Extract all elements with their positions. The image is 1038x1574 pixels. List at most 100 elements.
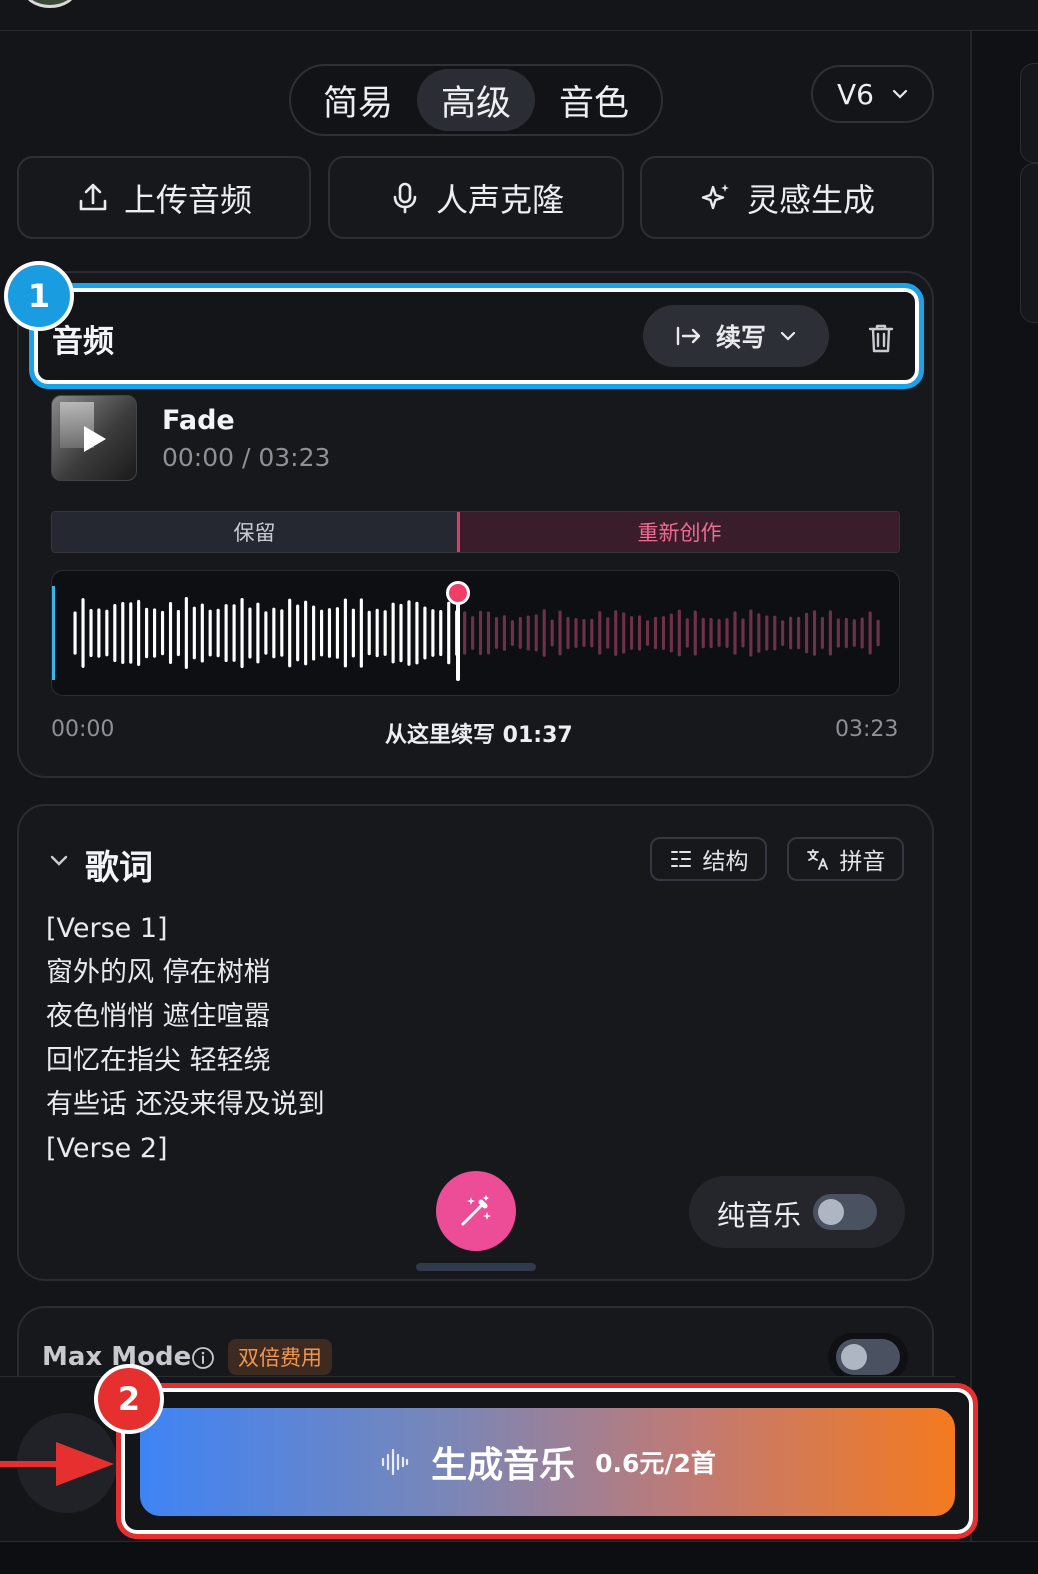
tab-voice[interactable]: 音色 xyxy=(535,69,653,131)
extend-cursor-handle[interactable] xyxy=(446,581,470,605)
waveform-bar xyxy=(423,606,427,660)
waveform-bar xyxy=(637,615,642,651)
waveform-bar xyxy=(216,608,220,658)
waveform-bar xyxy=(669,613,673,653)
waveform-bar xyxy=(725,618,729,648)
waveform-bar xyxy=(590,618,594,648)
trash-icon[interactable] xyxy=(867,322,895,354)
info-icon[interactable] xyxy=(191,1346,215,1370)
waveform-bar xyxy=(510,620,514,646)
waveform-bar xyxy=(399,603,403,663)
recreate-segment[interactable]: 重新创作 xyxy=(460,512,899,552)
generate-price: 0.6元/2首 xyxy=(595,1449,716,1478)
waveform-bar xyxy=(351,608,355,658)
user-avatar[interactable] xyxy=(24,0,76,8)
extend-mode-label: 续写 xyxy=(715,323,766,352)
waveform-bar xyxy=(661,616,666,650)
waveform-bar xyxy=(431,609,435,657)
instrumental-toggle[interactable] xyxy=(813,1194,877,1230)
waveform-bar xyxy=(153,608,157,658)
ai-lyrics-button[interactable] xyxy=(436,1171,516,1251)
chevron-down-icon[interactable] xyxy=(48,850,70,872)
waveform-bar xyxy=(232,604,236,662)
extend-arrow-icon xyxy=(676,326,701,346)
waveform-bar xyxy=(614,610,618,656)
magic-wand-icon xyxy=(461,1195,491,1226)
waveform-bar xyxy=(836,618,840,648)
extend-from-label: 从这里续写 01:37 xyxy=(385,723,573,748)
version-select[interactable]: V6 xyxy=(811,65,934,123)
right-panel-card[interactable] xyxy=(1020,163,1038,323)
waveform-bar xyxy=(471,616,475,650)
upload-icon xyxy=(79,183,107,210)
waveform-bar xyxy=(288,598,292,668)
voice-clone-button[interactable]: 人声克隆 xyxy=(328,156,624,239)
waveform-bar xyxy=(208,609,212,657)
inspiration-button[interactable]: 灵感生成 xyxy=(640,156,934,239)
lyrics-text[interactable]: [Verse 1] 窗外的风 停在树梢 夜色悄悄 遮住喧嚣 回忆在指尖 轻轻绕 … xyxy=(46,907,325,1171)
mode-tabs: 简易 高级 音色 xyxy=(289,64,663,136)
generate-music-button[interactable]: 生成音乐 0.6元/2首 xyxy=(140,1408,955,1516)
waveform-bar xyxy=(296,604,300,662)
waveform-bar xyxy=(280,609,284,657)
waveform-bar xyxy=(566,617,570,650)
waveform-bar xyxy=(701,617,705,649)
waveform-bar xyxy=(415,601,419,665)
waveform-bar xyxy=(121,602,125,664)
waveform-bar xyxy=(105,609,109,657)
waveform-bar xyxy=(192,606,196,660)
upload-audio-button[interactable]: 上传音频 xyxy=(17,156,311,239)
structure-button[interactable]: 结构 xyxy=(650,837,767,881)
inspiration-label: 灵感生成 xyxy=(746,180,875,219)
waveform-bar xyxy=(574,618,578,648)
version-label: V6 xyxy=(837,77,874,111)
play-icon[interactable] xyxy=(84,426,106,452)
track-cover[interactable] xyxy=(51,395,137,481)
lyric-line: 夜色悄悄 遮住喧嚣 xyxy=(46,1001,271,1032)
waveform-bar xyxy=(844,617,848,649)
extend-mode-select[interactable]: 续写 xyxy=(643,305,829,367)
waveform[interactable] xyxy=(51,570,900,696)
max-mode-toggle[interactable] xyxy=(836,1339,900,1375)
waveform-bar xyxy=(828,610,832,656)
resize-handle[interactable] xyxy=(416,1263,536,1271)
waveform-bar xyxy=(534,614,538,652)
waveform-bar xyxy=(741,618,745,648)
waveform-bar xyxy=(486,611,491,655)
waveform-bar xyxy=(145,607,149,659)
waveform-bar xyxy=(526,615,530,651)
time-end: 03:23 xyxy=(835,717,899,742)
waveform-bar xyxy=(359,598,363,668)
waveform-bar xyxy=(677,609,681,657)
waveform-bar xyxy=(160,610,165,656)
pinyin-button[interactable]: 拼音 xyxy=(787,837,904,881)
step-1-badge: 1 xyxy=(4,261,74,331)
waveform-bar xyxy=(598,611,602,655)
lyric-line: [Verse 1] xyxy=(46,913,168,944)
waveform-bar xyxy=(264,611,268,655)
bottom-strip xyxy=(0,1541,1038,1574)
tab-advanced[interactable]: 高级 xyxy=(417,69,535,131)
waveform-bar xyxy=(320,609,324,657)
waveform-bar xyxy=(73,611,77,655)
instrumental-label: 纯音乐 xyxy=(717,1199,802,1232)
waveform-bar xyxy=(804,612,809,654)
tab-simple[interactable]: 简易 xyxy=(299,69,417,131)
keep-segment[interactable]: 保留 xyxy=(52,512,457,552)
waveform-bar xyxy=(200,603,204,663)
waveform-bar xyxy=(860,617,864,649)
waveform-bar xyxy=(797,616,801,650)
waveform-bar xyxy=(876,619,880,647)
waveform-bar xyxy=(184,596,188,669)
waveform-bar xyxy=(852,619,856,647)
sound-wave-icon xyxy=(381,1448,409,1476)
right-panel xyxy=(972,31,1038,1541)
sparkle-icon xyxy=(701,183,729,209)
right-panel-card[interactable] xyxy=(1020,63,1038,163)
waveform-bar xyxy=(606,617,610,649)
waveform-bar xyxy=(630,616,634,650)
waveform-start-marker xyxy=(52,586,55,680)
waveform-bar xyxy=(868,611,872,655)
lyric-line: 有些话 还没来得及说到 xyxy=(46,1089,325,1120)
waveform-bar xyxy=(168,602,173,664)
